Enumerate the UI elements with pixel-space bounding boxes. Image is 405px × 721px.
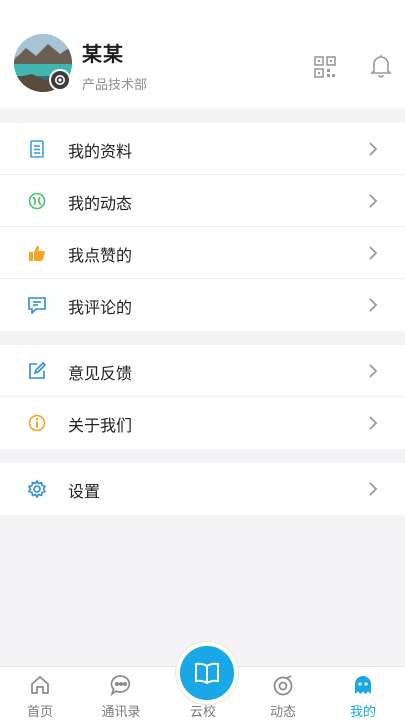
menu-item-feedback[interactable]: 意见反馈 bbox=[0, 345, 405, 397]
gear-icon bbox=[28, 480, 46, 498]
comment-icon bbox=[28, 297, 46, 314]
tab-mine[interactable]: 我的 bbox=[328, 667, 398, 721]
user-department: 产品技术部 bbox=[82, 78, 148, 93]
edit-icon bbox=[29, 362, 46, 379]
tab-home[interactable]: 首页 bbox=[5, 667, 75, 721]
chevron-right-icon bbox=[369, 194, 378, 208]
chevron-right-icon bbox=[369, 246, 378, 260]
chevron-right-icon bbox=[369, 482, 378, 496]
profile-doc-icon bbox=[30, 140, 44, 158]
book-icon bbox=[195, 662, 219, 685]
menu-group-personal: 我的资料 我的动态 我点赞的 我评论的 bbox=[0, 123, 405, 331]
menu-item-label: 我的资料 bbox=[68, 142, 133, 161]
tab-label: 首页 bbox=[26, 705, 53, 720]
menu-item-my-profile[interactable]: 我的资料 bbox=[0, 123, 405, 175]
camera-icon[interactable] bbox=[49, 69, 71, 91]
cloud-school-center-button[interactable] bbox=[176, 642, 238, 704]
menu-item-label: 我点赞的 bbox=[68, 246, 133, 265]
menu-item-label: 我评论的 bbox=[68, 298, 133, 317]
tab-contacts[interactable]: 通讯录 bbox=[86, 667, 156, 721]
menu-item-my-comments[interactable]: 我评论的 bbox=[0, 279, 405, 331]
menu-item-label: 我的动态 bbox=[68, 194, 133, 213]
tab-label: 通讯录 bbox=[101, 705, 141, 720]
activity-icon bbox=[28, 192, 46, 210]
menu-item-label: 关于我们 bbox=[68, 416, 133, 435]
menu-item-settings[interactable]: 设置 bbox=[0, 463, 405, 515]
qr-code-icon[interactable] bbox=[314, 56, 336, 78]
tab-moments[interactable]: 动态 bbox=[248, 667, 318, 721]
menu-item-my-likes[interactable]: 我点赞的 bbox=[0, 227, 405, 279]
tab-label: 动态 bbox=[269, 705, 296, 720]
menu-group-settings: 设置 bbox=[0, 463, 405, 515]
menu-item-label: 设置 bbox=[68, 482, 101, 501]
chevron-right-icon bbox=[369, 364, 378, 378]
profile-header[interactable]: 某某 产品技术部 bbox=[0, 0, 405, 108]
user-name: 某某 bbox=[82, 42, 124, 66]
home-icon bbox=[31, 675, 49, 694]
menu-item-my-activity[interactable]: 我的动态 bbox=[0, 175, 405, 227]
target-icon bbox=[273, 675, 293, 696]
tab-label: 我的 bbox=[349, 705, 376, 720]
notification-bell-icon[interactable] bbox=[370, 54, 392, 78]
menu-item-label: 意见反馈 bbox=[68, 364, 133, 383]
menu-group-info: 意见反馈 关于我们 bbox=[0, 345, 405, 449]
chevron-right-icon bbox=[369, 142, 378, 156]
chevron-right-icon bbox=[369, 416, 378, 430]
info-icon bbox=[28, 414, 46, 432]
menu-item-about-us[interactable]: 关于我们 bbox=[0, 397, 405, 449]
chat-icon bbox=[110, 675, 131, 696]
chevron-right-icon bbox=[369, 298, 378, 312]
thumbs-up-icon bbox=[29, 245, 45, 261]
ghost-icon bbox=[355, 676, 371, 694]
